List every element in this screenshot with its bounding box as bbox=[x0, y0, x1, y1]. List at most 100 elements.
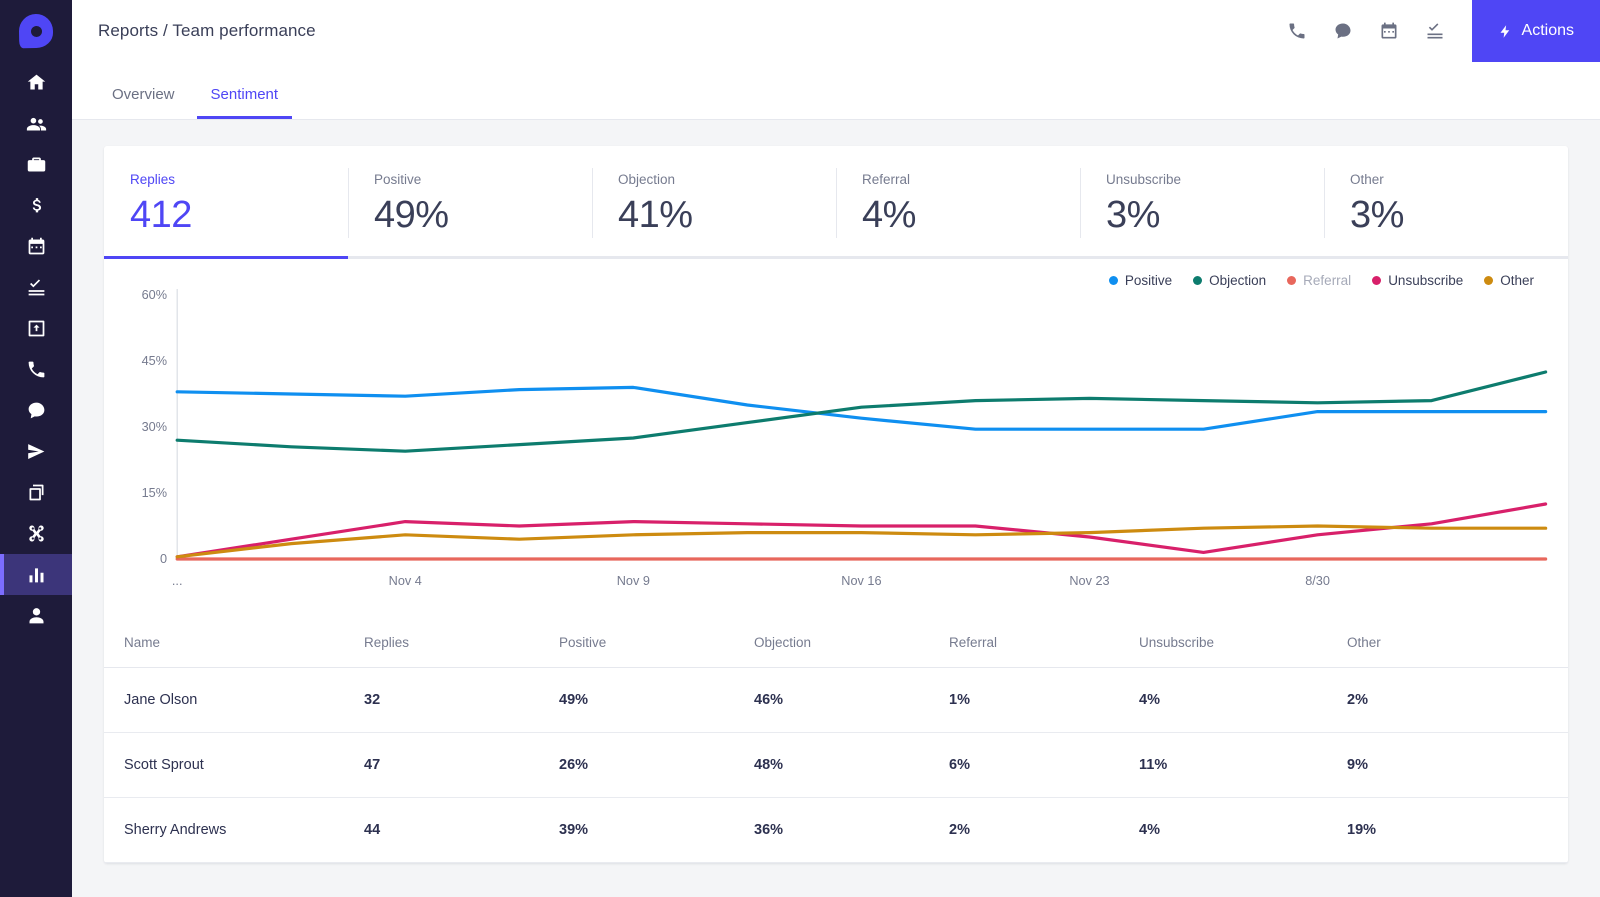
sidebar-item-deals[interactable] bbox=[0, 185, 72, 226]
briefcase-icon bbox=[27, 157, 45, 172]
x-tick-label: Nov 23 bbox=[1069, 574, 1109, 588]
x-tick-label: ... bbox=[172, 574, 183, 588]
topbar-calendar-button[interactable] bbox=[1374, 16, 1404, 46]
sidebar-item-contacts[interactable] bbox=[0, 103, 72, 144]
sidebar-item-tasks[interactable] bbox=[0, 267, 72, 308]
topbar-call-button[interactable] bbox=[1282, 16, 1312, 46]
kpi-referral[interactable]: Referral 4% bbox=[836, 146, 1080, 256]
table-head: Name Replies Positive Objection Referral Unsu… bbox=[104, 619, 1568, 668]
kpi-replies[interactable]: Replies 412 bbox=[104, 146, 348, 256]
tab-overview[interactable]: Overview bbox=[98, 86, 189, 119]
kpi-label: Replies bbox=[130, 172, 176, 187]
report-card: Replies 412 Positive 49% Objection 41% Referra… bbox=[104, 146, 1568, 863]
sidebar-item-calls[interactable] bbox=[0, 349, 72, 390]
cell-referral: 2% bbox=[949, 797, 1139, 863]
table-body: Jane Olson 32 49% 46% 1% 4% 2% Scott Sprout 47 26… bbox=[104, 667, 1568, 863]
drop-logo-icon bbox=[18, 13, 54, 49]
topbar-chat-button[interactable] bbox=[1328, 16, 1358, 46]
table-header-other[interactable]: Other bbox=[1347, 619, 1568, 668]
table-header-referral[interactable]: Referral bbox=[949, 619, 1139, 668]
kpi-label: Unsubscribe bbox=[1106, 172, 1182, 187]
y-tick-label: 45% bbox=[142, 354, 167, 368]
cell-other: 2% bbox=[1347, 667, 1568, 733]
cell-replies: 32 bbox=[364, 667, 559, 733]
topbar-icon-group bbox=[1282, 16, 1472, 46]
sidebar-item-snippets[interactable] bbox=[0, 513, 72, 554]
table-row[interactable]: Jane Olson 32 49% 46% 1% 4% 2% bbox=[104, 667, 1568, 733]
sidebar bbox=[0, 0, 72, 897]
series-line-other bbox=[177, 526, 1545, 557]
cell-replies: 47 bbox=[364, 732, 559, 798]
sidebar-item-companies[interactable] bbox=[0, 144, 72, 185]
sidebar-item-profile[interactable] bbox=[0, 595, 72, 636]
kpi-value: 3% bbox=[1106, 194, 1160, 236]
top-bar: Reports / Team performance Actions bbox=[72, 0, 1600, 62]
sidebar-item-reports[interactable] bbox=[0, 554, 72, 595]
content-area: Replies 412 Positive 49% Objection 41% Referra… bbox=[72, 120, 1600, 897]
bolt-icon bbox=[1500, 24, 1509, 38]
cell-other: 9% bbox=[1347, 732, 1568, 798]
calendar-icon bbox=[1381, 22, 1397, 39]
kpi-label: Positive bbox=[374, 172, 422, 187]
app-root: Reports / Team performance Actions Overv… bbox=[0, 0, 1600, 897]
scissors-icon bbox=[28, 525, 44, 542]
series-line-unsubscribe bbox=[177, 504, 1545, 557]
y-tick-label: 15% bbox=[142, 486, 167, 500]
kpi-positive[interactable]: Positive 49% bbox=[348, 146, 592, 256]
cell-objection: 36% bbox=[754, 797, 949, 863]
chat-icon bbox=[1335, 23, 1351, 39]
cell-name: Jane Olson bbox=[104, 667, 364, 733]
kpi-other[interactable]: Other 3% bbox=[1324, 146, 1568, 256]
table-header-name[interactable]: Name bbox=[104, 619, 364, 668]
cell-unsubscribe: 4% bbox=[1139, 797, 1347, 863]
calendar-icon bbox=[28, 237, 44, 255]
cell-positive: 49% bbox=[559, 667, 754, 733]
chart-plot: 0 15% 30% 45% 60%... Nov 4 Nov 9 Nov 16 Nov 23 8/… bbox=[142, 288, 1568, 588]
cell-positive: 26% bbox=[559, 732, 754, 798]
table-header-replies[interactable]: Replies bbox=[364, 619, 559, 668]
sidebar-item-conversations[interactable] bbox=[0, 390, 72, 431]
cell-replies: 44 bbox=[364, 797, 559, 863]
chat-icon bbox=[28, 402, 44, 419]
sidebar-item-list bbox=[0, 62, 72, 636]
sidebar-item-home[interactable] bbox=[0, 62, 72, 103]
table-header-row: Name Replies Positive Objection Referral Unsu… bbox=[104, 619, 1568, 668]
main-region: Reports / Team performance Actions Overv… bbox=[72, 0, 1600, 897]
kpi-label: Other bbox=[1350, 172, 1384, 187]
kpi-unsubscribe[interactable]: Unsubscribe 3% bbox=[1080, 146, 1324, 256]
cell-other: 19% bbox=[1347, 797, 1568, 863]
tab-label: Overview bbox=[112, 86, 175, 103]
tab-sentiment[interactable]: Sentiment bbox=[196, 86, 293, 119]
y-tick-label: 30% bbox=[142, 420, 167, 434]
actions-button-label: Actions bbox=[1521, 22, 1574, 39]
cell-name: Scott Sprout bbox=[104, 732, 364, 798]
table-header-objection[interactable]: Objection bbox=[754, 619, 949, 668]
phone-icon bbox=[28, 361, 44, 378]
send-icon bbox=[27, 444, 44, 459]
cell-referral: 1% bbox=[949, 667, 1139, 733]
sidebar-item-calendar[interactable] bbox=[0, 226, 72, 267]
actions-button[interactable]: Actions bbox=[1471, 0, 1600, 62]
x-tick-label: Nov 16 bbox=[841, 574, 881, 588]
kpi-objection[interactable]: Objection 41% bbox=[592, 146, 836, 256]
sidebar-item-campaigns[interactable] bbox=[0, 431, 72, 472]
person-icon bbox=[29, 608, 43, 624]
table-header-unsubscribe[interactable]: Unsubscribe bbox=[1139, 619, 1347, 668]
x-tick-label: Nov 9 bbox=[617, 574, 650, 588]
phone-icon bbox=[1289, 23, 1305, 39]
kpi-label: Objection bbox=[618, 172, 676, 187]
topbar-tasks-button[interactable] bbox=[1420, 16, 1450, 46]
inbox-import-icon bbox=[28, 320, 44, 337]
y-tick-label: 0 bbox=[160, 552, 167, 566]
kpi-value: 4% bbox=[862, 194, 916, 236]
sidebar-item-templates[interactable] bbox=[0, 472, 72, 513]
app-logo[interactable] bbox=[0, 0, 72, 62]
copy-icon bbox=[29, 484, 43, 501]
table-row[interactable]: Sherry Andrews 44 39% 36% 2% 4% 19% bbox=[104, 797, 1568, 863]
table-header-positive[interactable]: Positive bbox=[559, 619, 754, 668]
cell-objection: 46% bbox=[754, 667, 949, 733]
table-row[interactable]: Scott Sprout 47 26% 48% 6% 11% 9% bbox=[104, 732, 1568, 798]
tab-label: Sentiment bbox=[210, 86, 279, 103]
sidebar-item-import[interactable] bbox=[0, 308, 72, 349]
kpi-value: 41% bbox=[618, 194, 693, 236]
